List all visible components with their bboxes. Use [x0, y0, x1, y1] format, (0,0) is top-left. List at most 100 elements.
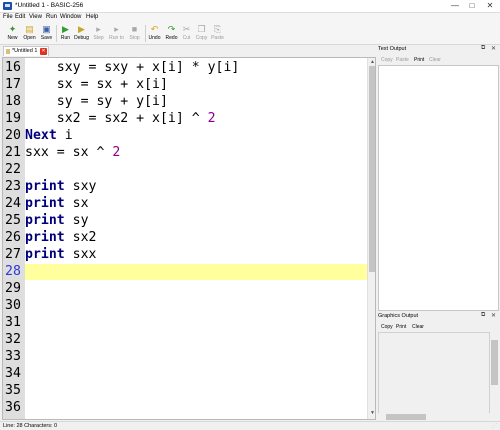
code-line[interactable]: [25, 383, 367, 399]
code-line[interactable]: [25, 162, 367, 178]
tab-close-icon[interactable]: ✕: [40, 48, 47, 55]
line-number: 22: [5, 162, 21, 177]
stop-icon: ■: [131, 24, 138, 34]
code-line[interactable]: print sy: [25, 213, 367, 229]
minimize-button[interactable]: —: [446, 0, 464, 12]
copy-button[interactable]: ❐ Copy: [193, 23, 210, 44]
scrollbar-thumb[interactable]: [491, 340, 498, 385]
tab-untitled-1[interactable]: *Untitled 1 ✕: [3, 46, 49, 56]
redo-icon: ↷: [167, 24, 176, 34]
line-number: 17: [5, 77, 21, 92]
code-line[interactable]: print sx2: [25, 230, 367, 246]
line-number: 32: [5, 332, 21, 347]
text-output-area[interactable]: [378, 65, 499, 311]
status-text: Line: 28 Characters: 0: [3, 423, 58, 429]
line-number: 21: [5, 145, 21, 160]
debug-button[interactable]: ▶ Debug: [73, 23, 90, 44]
step-label: Step: [93, 35, 104, 41]
text-output-panel: Text Output ⧉ ✕ Copy Paste Print Clear: [377, 45, 500, 311]
line-number: 34: [5, 366, 21, 381]
menu-window[interactable]: Window: [60, 14, 81, 20]
close-panel-icon[interactable]: ✕: [491, 45, 496, 52]
paste-button[interactable]: ⎘ Paste: [209, 23, 226, 44]
code-area[interactable]: sxy = sxy + x[i] * y[i] sx = sx + x[i] s…: [25, 58, 367, 419]
new-button[interactable]: ✦ New: [4, 23, 21, 44]
maximize-button[interactable]: □: [463, 0, 481, 12]
step-button[interactable]: ▸ Step: [90, 23, 107, 44]
code-line[interactable]: [25, 366, 367, 382]
stop-label: Stop: [129, 35, 140, 41]
line-number: 28: [5, 264, 21, 279]
line-number: 29: [5, 281, 21, 296]
run-to-button[interactable]: ▸ Run to: [108, 23, 125, 44]
code-line[interactable]: [25, 400, 367, 416]
close-panel-icon[interactable]: ✕: [491, 312, 496, 319]
code-line[interactable]: sx2 = sx2 + x[i] ^ 2: [25, 111, 367, 127]
scroll-down-arrow-icon[interactable]: ▼: [369, 410, 375, 417]
code-line[interactable]: sx = sx + x[i]: [25, 77, 367, 93]
text-paste-button[interactable]: Paste: [396, 57, 409, 63]
text-output-title: Text Output: [378, 46, 407, 52]
run-to-icon: ▸: [114, 24, 119, 34]
resize-grip-icon[interactable]: ⋰: [492, 423, 498, 429]
code-line[interactable]: [25, 298, 367, 314]
menu-run[interactable]: Run: [46, 14, 57, 20]
line-number: 24: [5, 196, 21, 211]
paste-icon: ⎘: [213, 24, 222, 34]
line-number: 23: [5, 179, 21, 194]
undo-icon: ↶: [150, 24, 159, 34]
tab-label: *Untitled 1: [12, 48, 38, 54]
code-line[interactable]: sxy = sxy + x[i] * y[i]: [25, 60, 367, 76]
menu-edit[interactable]: Edit: [15, 14, 25, 20]
code-editor[interactable]: 16 17 18 19 20 21 22 23 24 25 26 27 28 29 30 31 32 33 34 35…: [2, 57, 376, 420]
stop-button[interactable]: ■ Stop: [126, 23, 143, 44]
debug-icon: ▶: [78, 24, 85, 34]
float-panel-icon[interactable]: ⧉: [481, 312, 485, 319]
scroll-up-arrow-icon[interactable]: ▲: [369, 59, 375, 66]
graphics-output-toolbar: Copy Print Clear: [377, 322, 500, 332]
run-button[interactable]: ▶ Run: [57, 23, 74, 44]
paste-label: Paste: [211, 35, 224, 41]
line-number: 19: [5, 111, 21, 126]
code-line[interactable]: sy = sy + y[i]: [25, 94, 367, 110]
tab-bar: *Untitled 1 ✕: [0, 45, 376, 56]
graphics-vertical-scrollbar[interactable]: [490, 332, 499, 421]
text-clear-button[interactable]: Clear: [429, 57, 441, 63]
line-number-gutter: 16 17 18 19 20 21 22 23 24 25 26 27 28 29 30 31 32 33 34 35…: [3, 58, 25, 419]
save-icon: ▣: [42, 24, 51, 34]
open-button[interactable]: ▤ Open: [21, 23, 38, 44]
graphics-output-area[interactable]: [378, 332, 490, 421]
code-line[interactable]: print sxx: [25, 247, 367, 263]
code-line[interactable]: Next i: [25, 128, 367, 144]
graphics-horizontal-scrollbar[interactable]: [378, 413, 490, 421]
toolbar: ✦ New ▤ Open ▣ Save ▶ Run ▶ Debug ▸ Step…: [0, 22, 500, 45]
code-line[interactable]: sxx = sx ^ 2: [25, 145, 367, 161]
scrollbar-thumb[interactable]: [369, 66, 375, 272]
text-print-button[interactable]: Print: [414, 57, 424, 63]
line-number: 33: [5, 349, 21, 364]
save-label: Save: [40, 35, 53, 41]
app-icon: [3, 2, 12, 10]
editor-vertical-scrollbar[interactable]: ▲ ▼: [367, 58, 375, 419]
save-button[interactable]: ▣ Save: [38, 23, 55, 44]
code-line[interactable]: [25, 349, 367, 365]
graphics-copy-button[interactable]: Copy: [381, 324, 393, 330]
scrollbar-thumb[interactable]: [386, 414, 426, 420]
graphics-clear-button[interactable]: Clear: [412, 324, 424, 330]
close-button[interactable]: ✕: [481, 0, 499, 12]
code-line[interactable]: [25, 332, 367, 348]
code-line[interactable]: [25, 281, 367, 297]
text-copy-button[interactable]: Copy: [381, 57, 393, 63]
float-panel-icon[interactable]: ⧉: [481, 45, 485, 52]
undo-button[interactable]: ↶ Undo: [146, 23, 163, 44]
menu-file[interactable]: File: [3, 14, 13, 20]
menu-view[interactable]: View: [29, 14, 42, 20]
code-line[interactable]: [25, 315, 367, 331]
graphics-print-button[interactable]: Print: [396, 324, 406, 330]
run-icon: ▶: [62, 24, 69, 34]
current-code-line[interactable]: [25, 264, 367, 280]
menu-help[interactable]: Help: [86, 14, 98, 20]
debug-label: Debug: [74, 35, 89, 41]
code-line[interactable]: print sxy: [25, 179, 367, 195]
code-line[interactable]: print sx: [25, 196, 367, 212]
